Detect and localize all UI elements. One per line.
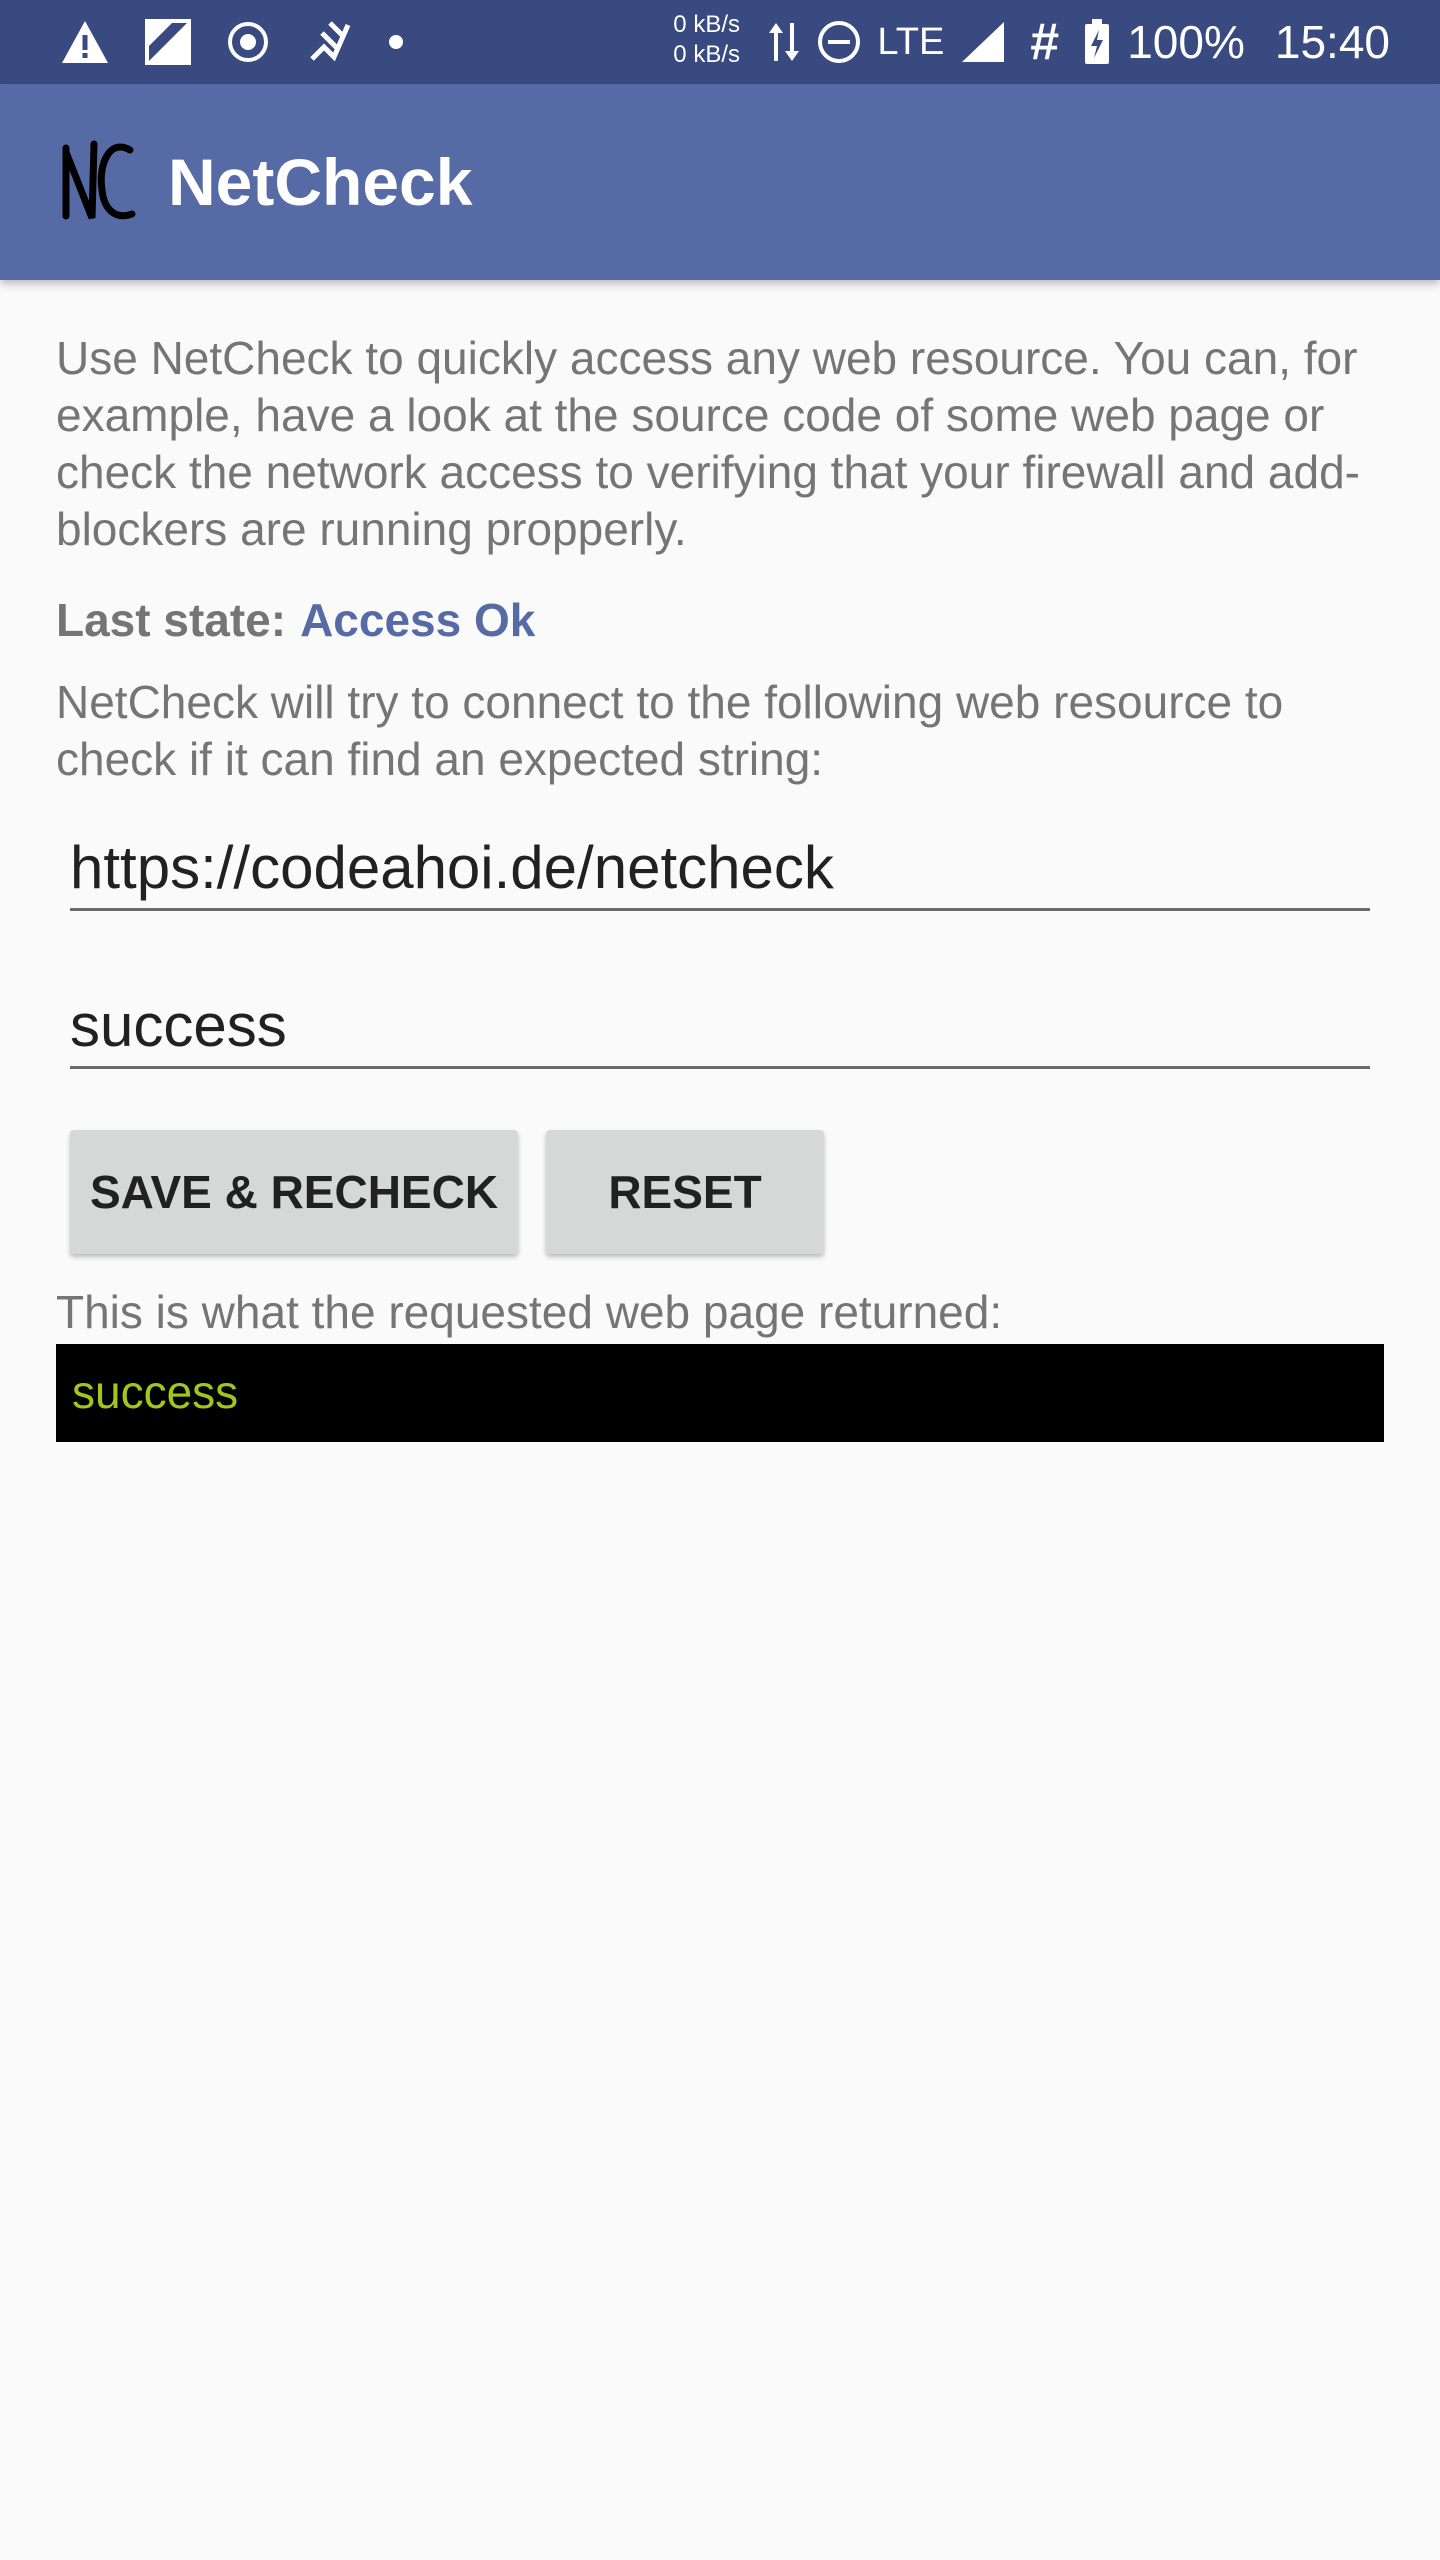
app-title: NetCheck <box>168 145 473 219</box>
returned-label: This is what the requested web page retu… <box>56 1286 1003 1338</box>
url-field <box>70 828 1370 911</box>
signal-icon <box>960 20 1006 64</box>
speed-down: 0 kB/s <box>673 41 740 68</box>
last-state-value: Access Ok <box>300 594 536 646</box>
last-state-label: Last state: <box>56 594 287 646</box>
result-text: success <box>72 1366 239 1418</box>
app-logo <box>58 134 138 230</box>
network-type: LTE <box>877 20 945 63</box>
expected-string-input[interactable] <box>70 986 1370 1066</box>
sim-icon <box>144 18 192 66</box>
speed-up: 0 kB/s <box>673 11 740 38</box>
do-not-disturb-icon <box>817 20 861 64</box>
warning-icon <box>60 19 110 65</box>
target-icon <box>226 20 270 64</box>
status-icons-left <box>60 14 404 70</box>
status-bar: 0 kB/s 0 kB/s LTE # 100% 15:40 <box>0 0 1440 84</box>
data-arrows-icon <box>767 19 801 65</box>
app-bar: NetCheck <box>0 84 1440 280</box>
last-state: Last state: Access Ok <box>56 592 535 648</box>
expected-string-field <box>70 986 1370 1069</box>
network-speed: 0 kB/s 0 kB/s <box>650 10 740 70</box>
result-box: success <box>56 1344 1384 1442</box>
power-icon <box>304 17 354 67</box>
hash-icon: # <box>1030 13 1060 71</box>
dot-icon <box>388 34 404 50</box>
status-icons-right: LTE # 100% 15:40 <box>767 13 1390 71</box>
clock: 15:40 <box>1274 16 1390 68</box>
connect-description: NetCheck will try to connect to the foll… <box>56 676 1284 785</box>
battery-charging-icon <box>1083 18 1111 66</box>
save-recheck-button[interactable]: SAVE & RECHECK <box>70 1130 518 1254</box>
url-input[interactable] <box>70 828 1370 908</box>
battery-percent: 100% <box>1127 16 1245 68</box>
intro-text: Use NetCheck to quickly access any web r… <box>56 332 1360 555</box>
reset-button[interactable]: RESET <box>546 1130 824 1254</box>
main-content: Use NetCheck to quickly access any web r… <box>56 330 1386 1442</box>
